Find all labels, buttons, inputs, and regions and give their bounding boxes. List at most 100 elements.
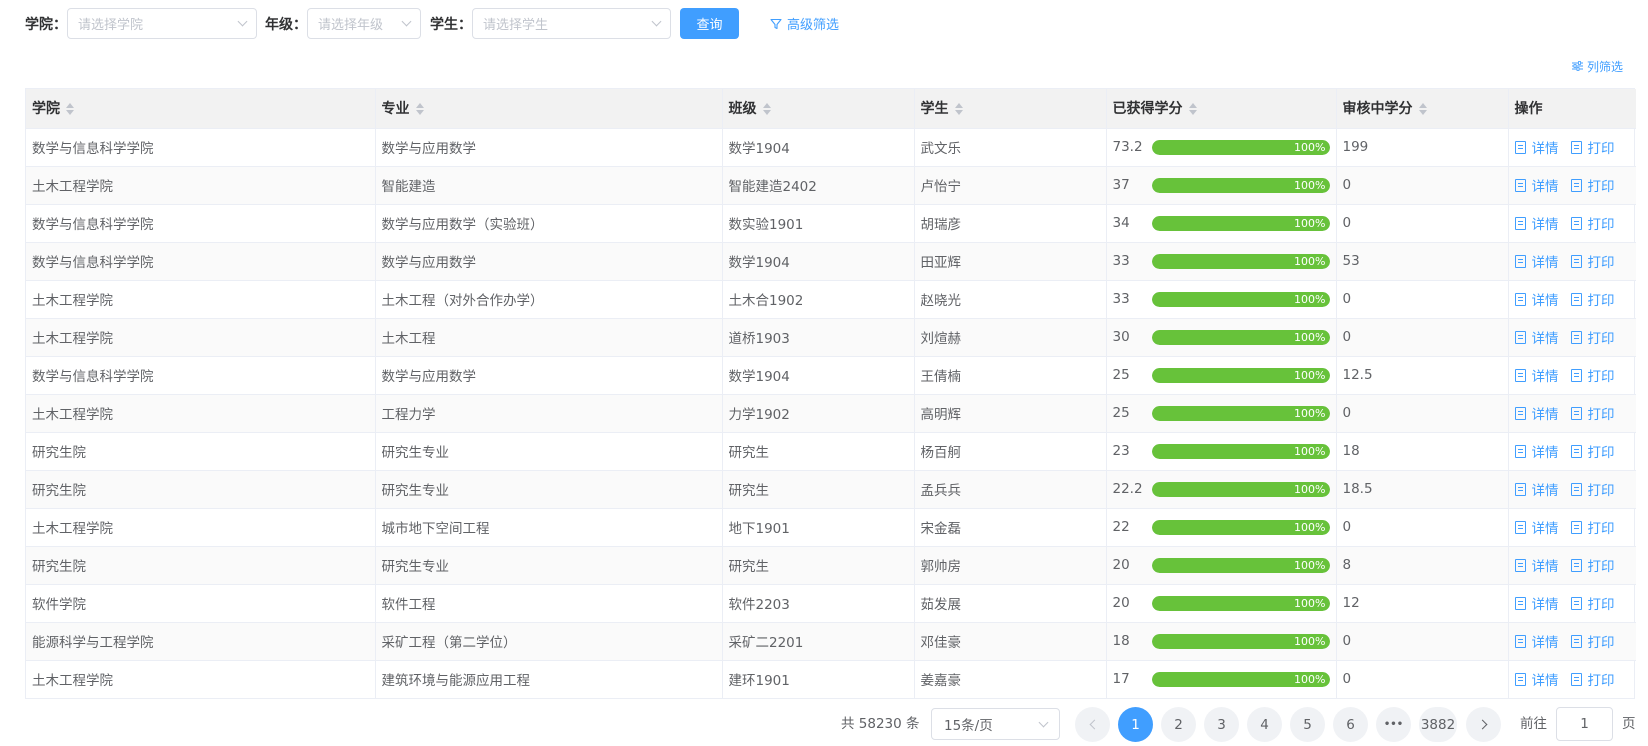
document-icon: [1570, 254, 1582, 268]
print-label: 打印: [1587, 521, 1615, 537]
print-button[interactable]: 打印: [1570, 555, 1615, 575]
table-row: 研究生院 研究生专业 研究生 孟兵兵 22.2 100% 18.5 详情 打印: [26, 470, 1636, 509]
student-select[interactable]: 请选择学生: [472, 8, 671, 39]
detail-button[interactable]: 详情: [1514, 327, 1559, 347]
sort-icon[interactable]: [415, 103, 424, 116]
document-icon: [1514, 140, 1526, 154]
detail-button[interactable]: 详情: [1514, 251, 1559, 271]
credit-progress-bar: 100%: [1152, 519, 1330, 535]
prev-page-button[interactable]: [1075, 707, 1110, 742]
detail-button[interactable]: 详情: [1514, 137, 1559, 157]
goto-page-input[interactable]: 1: [1556, 707, 1613, 741]
document-icon: [1514, 520, 1526, 534]
document-icon: [1514, 368, 1526, 382]
sort-icon[interactable]: [954, 103, 963, 116]
cell-college: 能源科学与工程学院: [26, 622, 376, 661]
print-button[interactable]: 打印: [1570, 213, 1615, 233]
detail-button[interactable]: 详情: [1514, 479, 1559, 499]
header-major[interactable]: 专业: [375, 89, 723, 129]
credit-progress-bar: 100%: [1152, 557, 1330, 573]
cell-earned-credits: 25 100%: [1106, 394, 1337, 433]
sort-icon[interactable]: [762, 103, 771, 116]
document-icon: [1570, 672, 1582, 686]
document-icon: [1570, 292, 1582, 306]
page-button-4[interactable]: 4: [1247, 707, 1282, 742]
header-earned-credits[interactable]: 已获得学分: [1106, 89, 1337, 129]
credit-progress-bar: 100%: [1152, 177, 1330, 193]
college-select-placeholder: 请选择学院: [78, 18, 144, 33]
print-button[interactable]: 打印: [1570, 137, 1615, 157]
detail-button[interactable]: 详情: [1514, 555, 1559, 575]
detail-button[interactable]: 详情: [1514, 365, 1559, 385]
college-select[interactable]: 请选择学院: [67, 8, 257, 39]
print-button[interactable]: 打印: [1570, 365, 1615, 385]
print-label: 打印: [1587, 673, 1615, 690]
column-filter-button[interactable]: 列筛选: [1571, 58, 1623, 75]
print-button[interactable]: 打印: [1570, 517, 1615, 537]
table-row: 土木工程学院 工程力学 力学1902 高明辉 25 100% 0 详情 打印: [26, 394, 1636, 433]
chevron-left-icon: [1089, 719, 1099, 730]
print-button[interactable]: 打印: [1570, 631, 1615, 651]
next-page-button[interactable]: [1466, 707, 1501, 742]
header-pending-credits[interactable]: 审核中学分: [1336, 89, 1509, 129]
print-button[interactable]: 打印: [1570, 327, 1615, 347]
filter-bar: 学院： 请选择学院 年级： 请选择年级 学生： 请选择学生 查询 高级筛选: [25, 8, 839, 39]
sort-icon[interactable]: [66, 103, 74, 116]
print-button[interactable]: 打印: [1570, 441, 1615, 461]
page-button-5[interactable]: 5: [1290, 707, 1325, 742]
cell-major: 采矿工程（第二学位）: [375, 622, 723, 661]
cell-major: 数学与应用数学: [375, 356, 723, 395]
grade-select[interactable]: 请选择年级: [307, 8, 421, 39]
document-icon: [1570, 216, 1582, 230]
page-button-1[interactable]: 1: [1118, 707, 1153, 742]
print-button[interactable]: 打印: [1570, 593, 1615, 613]
header-college[interactable]: 学院: [26, 89, 376, 129]
document-icon: [1514, 558, 1526, 572]
detail-button[interactable]: 详情: [1514, 517, 1559, 537]
detail-button[interactable]: 详情: [1514, 441, 1559, 461]
page-button-2[interactable]: 2: [1161, 707, 1196, 742]
cell-actions: 详情 打印: [1508, 356, 1636, 395]
cell-student: 孟兵兵: [914, 470, 1107, 509]
cell-student: 刘煊赫: [914, 318, 1107, 357]
detail-button[interactable]: 详情: [1514, 175, 1559, 195]
header-student[interactable]: 学生: [914, 89, 1107, 129]
advanced-filter-button[interactable]: 高级筛选: [770, 14, 839, 33]
detail-button[interactable]: 详情: [1514, 631, 1559, 651]
query-button[interactable]: 查询: [680, 8, 739, 39]
progress-percent: 100%: [1294, 520, 1326, 534]
cell-college: 研究生院: [26, 470, 376, 509]
document-icon: [1570, 482, 1582, 496]
cell-actions: 详情 打印: [1508, 394, 1636, 433]
detail-button[interactable]: 详情: [1514, 289, 1559, 309]
page-size-select[interactable]: 15条/页: [931, 708, 1060, 740]
print-button[interactable]: 打印: [1570, 175, 1615, 195]
document-icon: [1514, 216, 1526, 230]
print-button[interactable]: 打印: [1570, 479, 1615, 499]
document-icon: [1514, 292, 1526, 306]
earned-credits-value: 34: [1112, 215, 1130, 231]
print-label: 打印: [1587, 483, 1615, 499]
sort-icon[interactable]: [1188, 103, 1197, 116]
detail-button[interactable]: 详情: [1514, 403, 1559, 423]
more-pages-button[interactable]: •••: [1376, 707, 1411, 742]
sort-icon[interactable]: [1418, 103, 1427, 116]
print-button[interactable]: 打印: [1570, 669, 1615, 690]
goto-suffix: 页: [1622, 716, 1636, 732]
print-button[interactable]: 打印: [1570, 251, 1615, 271]
page-button-6[interactable]: 6: [1333, 707, 1368, 742]
credit-progress-bar: 100%: [1152, 443, 1330, 459]
table-row: 软件学院 软件工程 软件2203 茹发展 20 100% 12 详情 打印: [26, 584, 1636, 623]
detail-button[interactable]: 详情: [1514, 213, 1559, 233]
cell-major: 数学与应用数学: [375, 242, 723, 281]
detail-button[interactable]: 详情: [1514, 669, 1559, 689]
document-icon: [1514, 634, 1526, 648]
progress-percent: 100%: [1294, 178, 1326, 192]
page-button-last[interactable]: 3882: [1419, 707, 1457, 742]
detail-button[interactable]: 详情: [1514, 593, 1559, 613]
print-button[interactable]: 打印: [1570, 289, 1615, 309]
page-button-3[interactable]: 3: [1204, 707, 1239, 742]
cell-actions: 详情 打印: [1508, 432, 1636, 471]
print-button[interactable]: 打印: [1570, 403, 1615, 423]
header-class[interactable]: 班级: [722, 89, 915, 129]
